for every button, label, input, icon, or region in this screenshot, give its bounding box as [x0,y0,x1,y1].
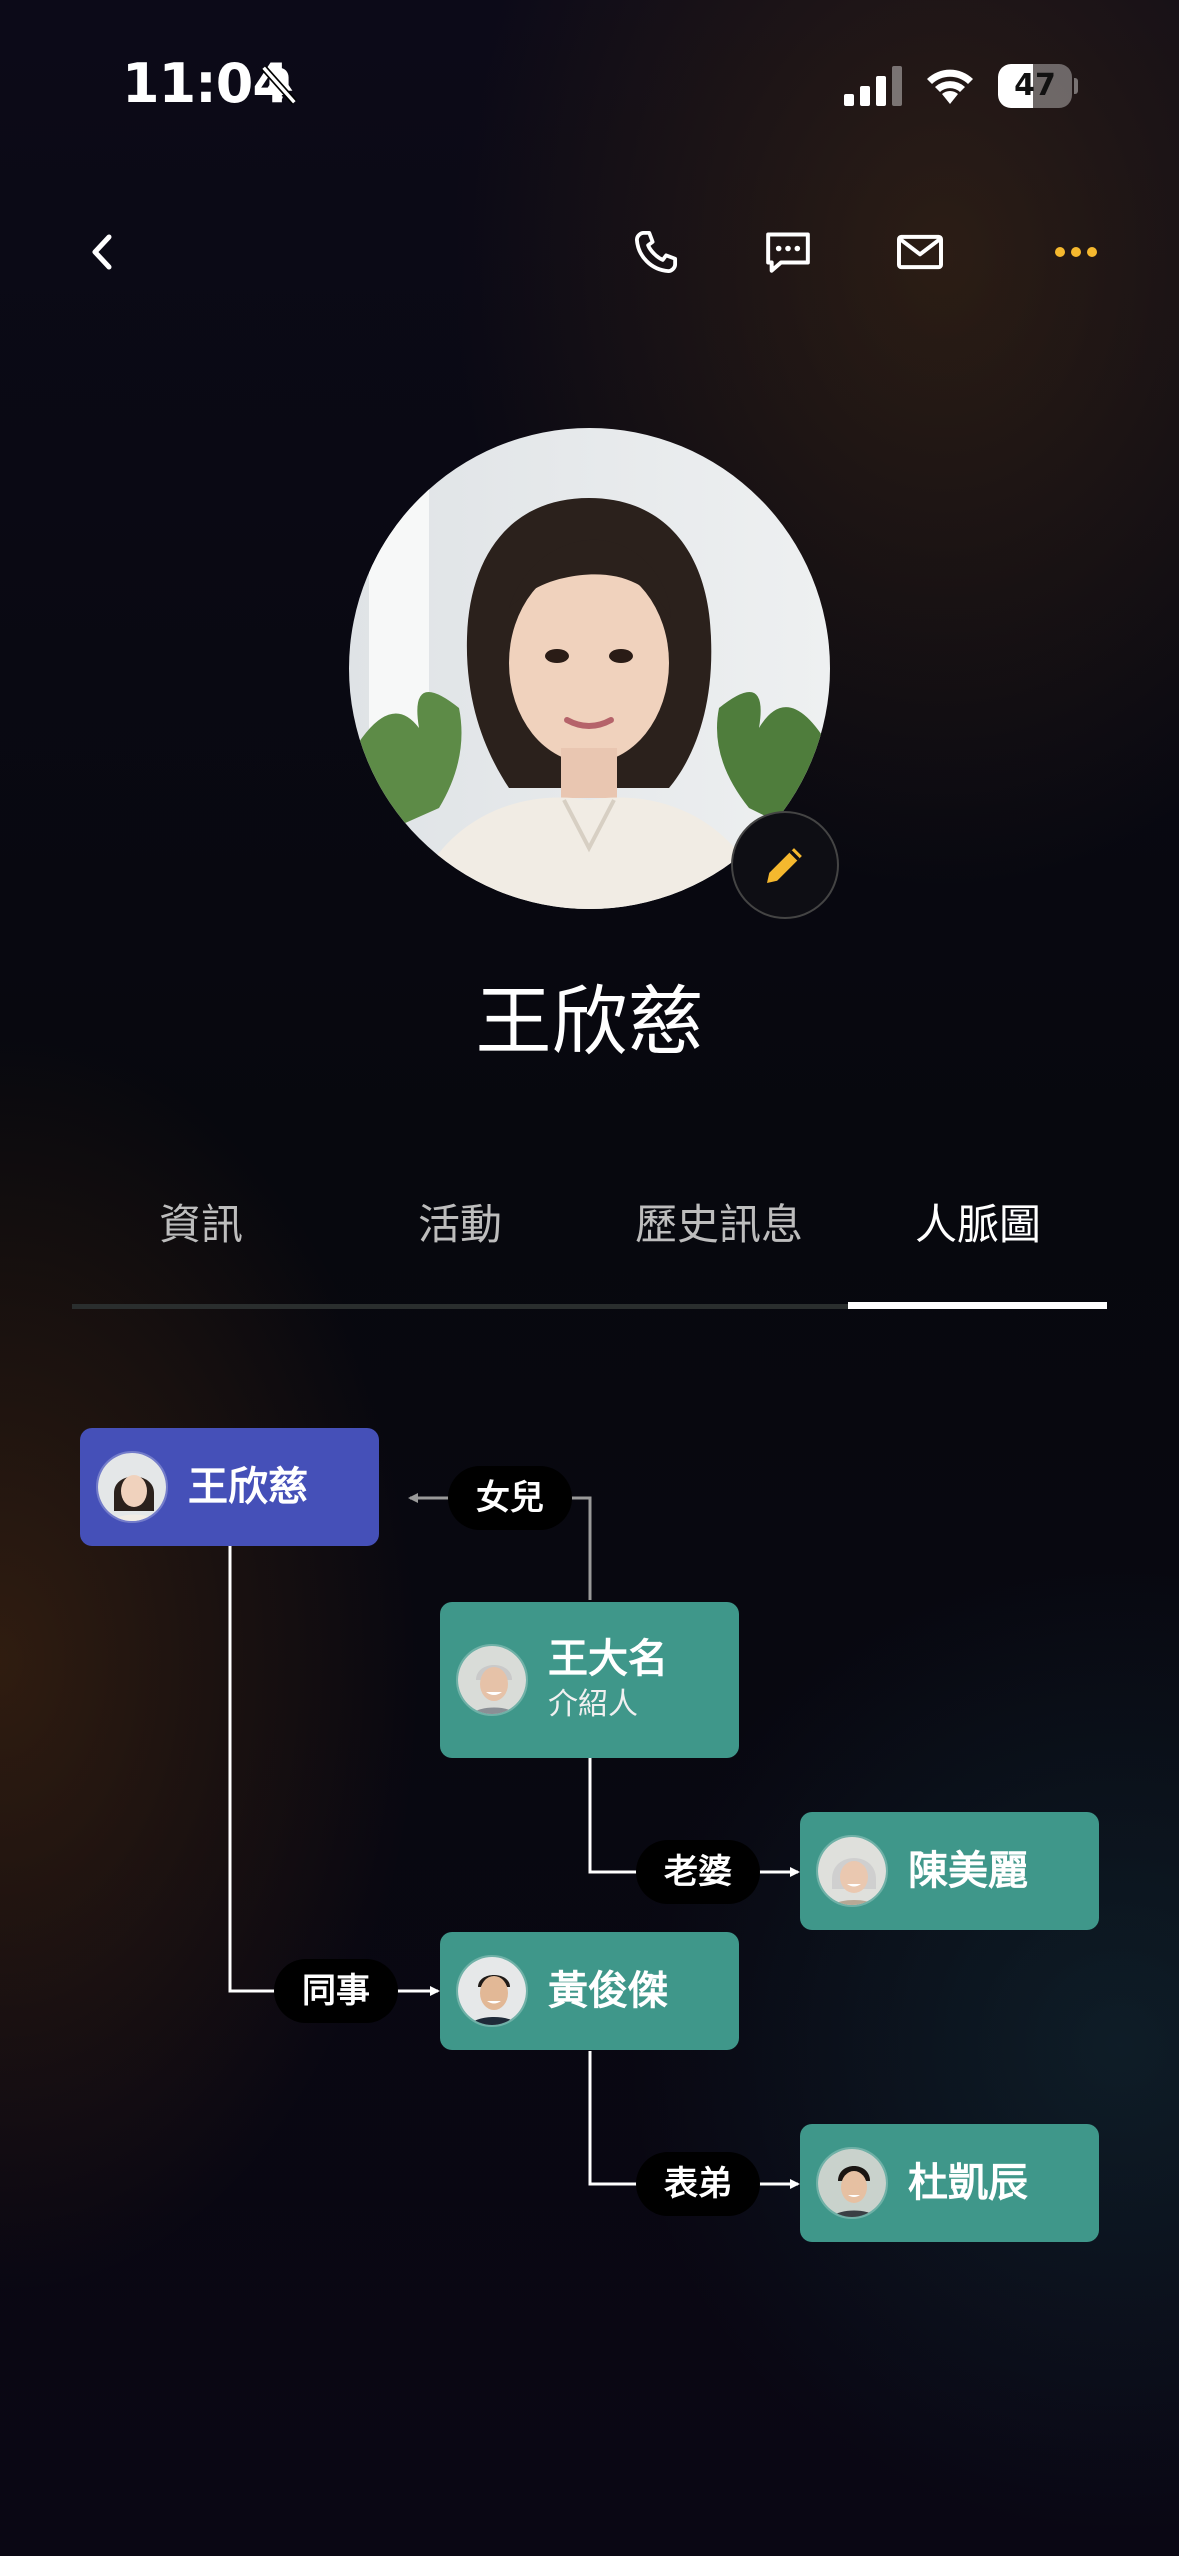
node-avatar [96,1451,168,1523]
network-node-root[interactable]: 王欣慈 [80,1428,379,1546]
network-node-huang-junjie[interactable]: 黃俊傑 [440,1932,739,2050]
network-node-du-kaichen[interactable]: 杜凱辰 [800,2124,1099,2242]
relation-label-cousin: 表弟 [636,2152,760,2216]
relation-label-wife: 老婆 [636,1840,760,1904]
node-role: 介紹人 [548,1687,638,1722]
network-node-chen-meili[interactable]: 陳美麗 [800,1812,1099,1930]
node-avatar [456,1644,528,1716]
node-avatar [456,1955,528,2027]
network-node-wang-daming[interactable]: 王大名 介紹人 [440,1602,739,1758]
relation-label-colleague: 同事 [274,1959,398,2023]
node-name: 杜凱辰 [908,2160,1028,2206]
node-name: 王欣慈 [188,1464,308,1510]
node-name: 陳美麗 [908,1848,1028,1894]
node-avatar [816,1835,888,1907]
node-name: 黃俊傑 [548,1968,668,2014]
node-name: 王大名 [548,1636,668,1682]
relation-label-daughter: 女兒 [448,1466,572,1530]
node-avatar [816,2147,888,2219]
